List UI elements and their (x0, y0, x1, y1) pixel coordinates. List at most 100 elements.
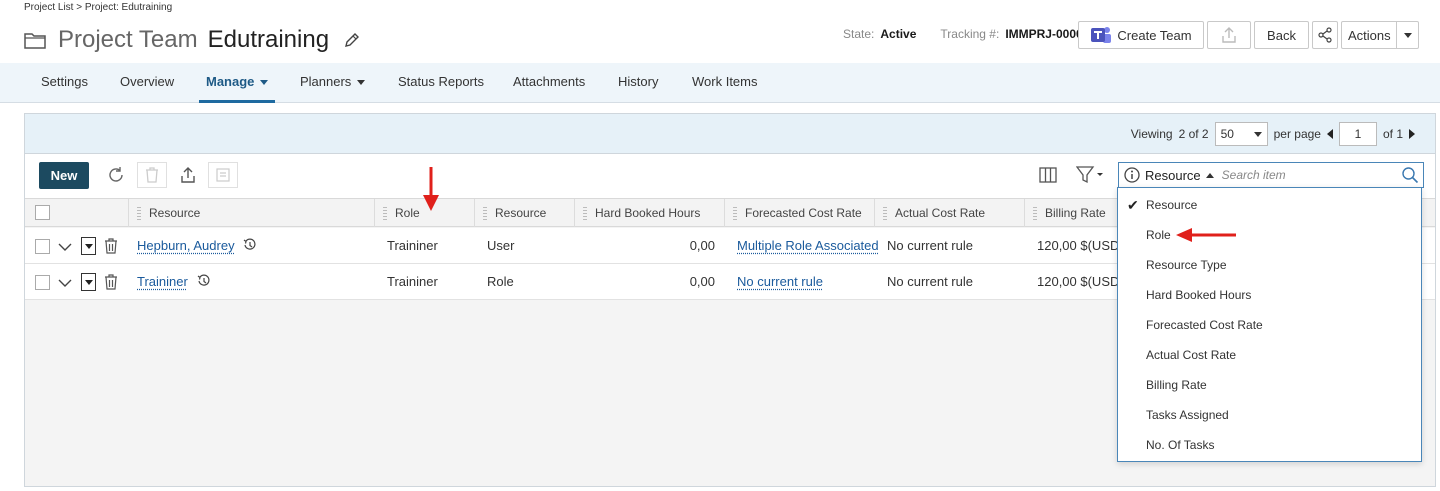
actions-button[interactable]: Actions (1341, 21, 1419, 49)
option-label: Resource Type (1146, 258, 1227, 272)
grip-icon[interactable] (1033, 206, 1037, 221)
columns-icon[interactable] (1037, 164, 1059, 186)
upload-icon (1222, 27, 1236, 43)
grip-icon[interactable] (137, 206, 141, 221)
forecasted-cost-rate-link[interactable]: No current rule (737, 264, 823, 300)
option-label: No. Of Tasks (1146, 438, 1215, 452)
annotation-arrow-down-icon (423, 167, 439, 211)
actual-cost-rate-cell: No current rule (887, 274, 973, 289)
tab-history[interactable]: History (618, 63, 658, 103)
role-cell: Traininer (387, 238, 438, 253)
forecasted-cost-rate-link[interactable]: Multiple Role Associated (737, 228, 879, 264)
search-icon[interactable] (1401, 166, 1419, 184)
dropdown-option-resource-type[interactable]: Resource Type (1118, 250, 1421, 280)
back-button[interactable]: Back (1254, 21, 1309, 49)
teams-icon (1091, 27, 1112, 43)
billing-rate-cell: 120,00 $(USD) (1037, 274, 1124, 289)
dropdown-option-actual-cost-rate[interactable]: Actual Cost Rate (1118, 340, 1421, 370)
folder-icon (24, 33, 46, 49)
tab-label: Attachments (513, 74, 586, 89)
hard-booked-hours-cell: 0,00 (689, 238, 715, 253)
tab-label: Work Items (692, 74, 758, 89)
column-label: Forecasted Cost Rate (745, 206, 862, 220)
page-number-input[interactable]: 1 (1338, 122, 1377, 146)
column-header-resource[interactable]: Resource (128, 199, 374, 227)
column-header-forecasted-cost-rate[interactable]: Forecasted Cost Rate (724, 199, 874, 227)
chevron-up-icon[interactable] (1205, 172, 1214, 178)
tab-attachments[interactable]: Attachments (513, 63, 585, 103)
grip-icon[interactable] (583, 206, 587, 221)
form-icon[interactable] (208, 162, 238, 188)
trash-icon[interactable] (104, 274, 118, 290)
dropdown-option-no-of-tasks[interactable]: No. Of Tasks (1118, 430, 1421, 460)
checkmark-icon: ✔ (1127, 197, 1139, 213)
grip-icon[interactable] (883, 206, 887, 221)
option-label: Actual Cost Rate (1146, 348, 1237, 362)
column-header-actual-cost-rate[interactable]: Actual Cost Rate (874, 199, 1024, 227)
option-label: Tasks Assigned (1146, 408, 1229, 422)
tab-label: Overview (120, 74, 175, 89)
dropdown-option-role[interactable]: Role (1118, 220, 1421, 250)
new-button[interactable]: New (39, 162, 89, 189)
search-input[interactable]: Resource Search item (1118, 162, 1424, 188)
row-menu-button[interactable] (81, 237, 96, 255)
filter-icon[interactable] (1075, 164, 1105, 186)
column-header-billing-rate[interactable]: Billing Rate (1024, 199, 1124, 227)
upload-icon[interactable] (177, 164, 199, 186)
grip-icon[interactable] (383, 206, 387, 221)
dropdown-option-forecasted-cost-rate[interactable]: Forecasted Cost Rate (1118, 310, 1421, 340)
chevron-down-icon[interactable] (57, 239, 73, 255)
dropdown-option-hard-booked-hours[interactable]: Hard Booked Hours (1118, 280, 1421, 310)
column-header-resource-type[interactable]: Resource Type (474, 199, 574, 248)
column-label: Resource (149, 206, 201, 220)
search-placeholder: Search item (1221, 168, 1286, 182)
viewing-label: Viewing (1130, 127, 1173, 141)
tab-planners[interactable]: Planners (300, 63, 366, 103)
tab-settings[interactable]: Settings (41, 63, 88, 103)
search-field-label[interactable]: Resource (1145, 168, 1201, 183)
grip-icon[interactable] (483, 206, 487, 221)
chevron-down-icon (357, 80, 366, 86)
chevron-down-icon[interactable] (1396, 22, 1418, 48)
chevron-down-icon[interactable] (57, 275, 73, 291)
tab-work-items[interactable]: Work Items (692, 63, 758, 103)
refresh-icon[interactable] (105, 164, 127, 186)
column-header-hard-booked-hours[interactable]: Hard Booked Hours (574, 199, 724, 227)
tab-bar: Settings Overview Manage Planners Status… (0, 63, 1440, 103)
row-menu-button[interactable] (81, 273, 96, 291)
option-label: Billing Rate (1146, 378, 1207, 392)
tab-overview[interactable]: Overview (120, 63, 174, 103)
state-info: State: Active Tracking #: IMMPRJ-000058 (843, 27, 1096, 41)
chevron-down-icon (1253, 131, 1262, 137)
dropdown-option-tasks-assigned[interactable]: Tasks Assigned (1118, 400, 1421, 430)
page-size-select[interactable]: 50 (1214, 122, 1268, 146)
delete-icon[interactable] (137, 162, 167, 188)
dropdown-option-resource[interactable]: ✔ Resource (1118, 190, 1421, 220)
row-checkbox[interactable] (35, 239, 50, 254)
search-field-dropdown: ✔ Resource Role Resource Type Hard Booked… (1117, 187, 1422, 462)
history-icon[interactable] (197, 274, 211, 288)
create-team-button[interactable]: Create Team (1078, 21, 1204, 49)
prev-page-icon[interactable] (1326, 129, 1333, 139)
share-button[interactable] (1312, 21, 1338, 49)
breadcrumb[interactable]: Project List > Project: Edutraining (24, 2, 172, 13)
state-label: State: (843, 27, 875, 41)
history-icon[interactable] (243, 238, 257, 252)
select-all-checkbox[interactable] (35, 205, 50, 220)
pencil-icon[interactable] (343, 31, 361, 49)
option-label: Hard Booked Hours (1146, 288, 1252, 302)
page-title: Project Team (58, 26, 198, 53)
next-page-icon[interactable] (1409, 129, 1415, 139)
tab-manage[interactable]: Manage (199, 63, 276, 103)
grip-icon[interactable] (733, 206, 737, 221)
trash-icon[interactable] (104, 238, 118, 254)
resource-link[interactable]: Hepburn, Audrey (137, 228, 235, 264)
export-button[interactable] (1207, 21, 1251, 49)
row-checkbox[interactable] (35, 275, 50, 290)
tab-status-reports[interactable]: Status Reports (398, 63, 484, 103)
resource-type-cell: Role (487, 274, 514, 289)
dropdown-option-billing-rate[interactable]: Billing Rate (1118, 370, 1421, 400)
per-page-label: per page (1273, 127, 1321, 141)
resource-link[interactable]: Traininer (137, 264, 188, 300)
column-label: Hard Booked Hours (595, 206, 701, 220)
